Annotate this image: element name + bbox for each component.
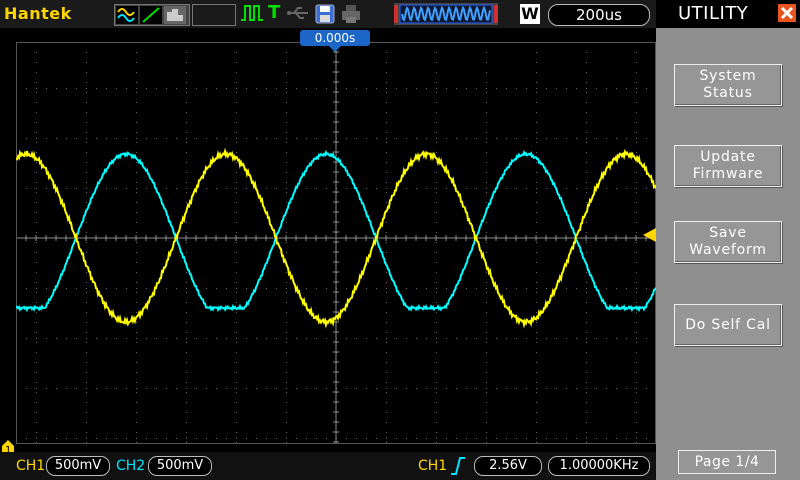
- acquisition-mode-badge: W: [520, 4, 540, 24]
- menu-item-label-line2: Firmware: [692, 166, 764, 182]
- menu-page-button[interactable]: Page 1/4: [678, 450, 776, 474]
- menu-header: UTILITY: [656, 0, 800, 28]
- trigger-level-marker[interactable]: [643, 228, 656, 242]
- display-mode-group: [114, 4, 190, 26]
- trigger-source-label: CH1: [418, 458, 448, 474]
- top-status-bar: Hantek T W 200us: [0, 0, 656, 28]
- trigger-position-marker[interactable]: 0.000s: [300, 30, 370, 46]
- trigger-position-arrow: [329, 46, 341, 52]
- menu-item-label-line1: Save: [709, 225, 747, 241]
- waveform-mode-icon[interactable]: [116, 6, 138, 24]
- timebase-readout: 200us: [548, 4, 650, 26]
- trigger-status-indicator: T: [268, 2, 281, 23]
- ch2-label: CH2: [116, 458, 146, 474]
- update-firmware-button[interactable]: Update Firmware: [674, 145, 782, 187]
- waveform-display: [16, 42, 656, 444]
- xy-mode-icon[interactable]: [140, 6, 162, 24]
- menu-item-label-line1: System: [699, 68, 757, 84]
- utility-menu: UTILITY System Status Update Firmware Sa…: [656, 0, 800, 480]
- save-waveform-button[interactable]: Save Waveform: [674, 221, 782, 263]
- frequency-readout: 1.00000KHz: [548, 456, 650, 476]
- bottom-status-bar: CH1 500mV CH2 500mV CH1 2.56V 1.00000KHz: [0, 452, 656, 480]
- usb-icon: [287, 7, 308, 19]
- printer-icon[interactable]: [340, 3, 362, 25]
- menu-item-label-line2: Waveform: [689, 242, 767, 258]
- trigger-level-readout: 2.56V: [474, 456, 542, 476]
- ch1-label: CH1: [16, 458, 46, 474]
- do-self-cal-button[interactable]: Do Self Cal: [674, 304, 782, 346]
- pulse-trigger-icon: [241, 5, 263, 21]
- ch2-scale[interactable]: 500mV: [148, 456, 212, 476]
- menu-item-label-line2: Status: [703, 85, 753, 101]
- run-state-box: [192, 4, 236, 26]
- menu-item-label-line1: Update: [700, 149, 756, 165]
- menu-title: UTILITY: [678, 3, 749, 24]
- rising-edge-icon: [451, 457, 465, 475]
- memory-position-bar[interactable]: [394, 3, 498, 25]
- floppy-disk-icon[interactable]: [314, 3, 336, 25]
- menu-item-label-line1: Do Self Cal: [685, 316, 771, 333]
- persist-mode-icon[interactable]: [164, 6, 186, 24]
- system-status-button[interactable]: System Status: [674, 64, 782, 106]
- brand-logo: Hantek: [4, 4, 72, 23]
- ch1-scale[interactable]: 500mV: [46, 456, 110, 476]
- close-icon[interactable]: [778, 4, 796, 22]
